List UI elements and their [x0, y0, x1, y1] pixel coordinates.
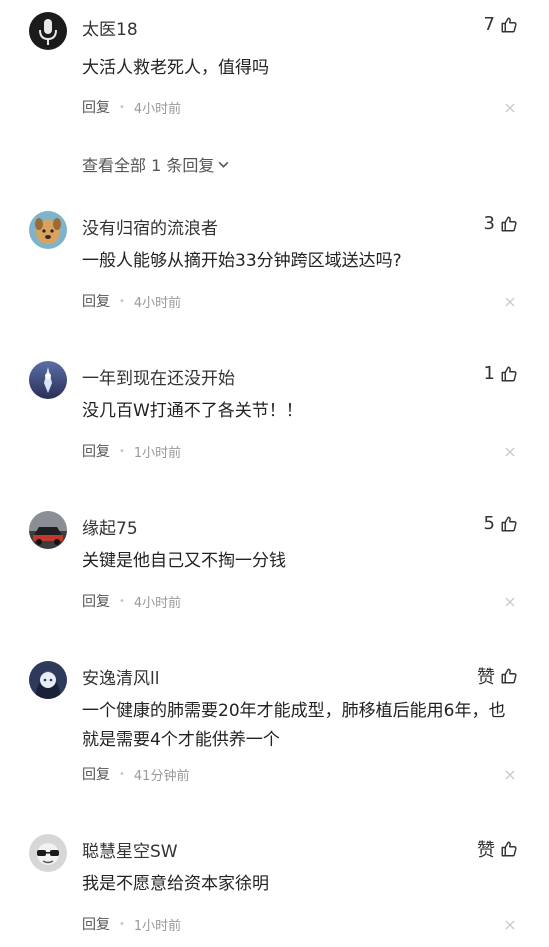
reply-button[interactable]: 回复 — [82, 591, 110, 611]
timestamp: 4小时前 — [133, 595, 182, 611]
comment-text: 大活人救老死人，值得吗 — [82, 58, 269, 78]
reply-button[interactable]: 回复 — [82, 764, 110, 784]
close-icon[interactable] — [505, 297, 515, 307]
username[interactable]: 安逸清风ll — [82, 664, 159, 689]
separator-dot: • — [119, 295, 125, 307]
username[interactable]: 聪慧星空SW — [82, 837, 178, 862]
separator-dot: • — [119, 595, 125, 607]
like-count: 3 — [483, 213, 495, 234]
comment-meta: 回复 • 1小时前 — [82, 441, 181, 461]
comment-text: 关键是他自己又不掏一分钱 — [82, 551, 286, 571]
comment-meta: 回复 • 4小时前 — [82, 97, 181, 117]
comment-text: 一般人能够从摘开始33分钟跨区域送达吗? — [82, 251, 402, 271]
close-icon[interactable] — [505, 103, 515, 113]
close-icon[interactable] — [505, 920, 515, 930]
comment-meta: 回复 • 4小时前 — [82, 591, 181, 611]
like-button[interactable]: 1 — [484, 363, 518, 384]
like-count: 7 — [483, 14, 495, 35]
dog-avatar-icon — [29, 211, 67, 249]
separator-dot: • — [119, 101, 125, 113]
thumbs-up-icon — [501, 366, 517, 381]
username[interactable]: 一年到现在还没开始 — [82, 364, 235, 389]
avatar[interactable] — [29, 211, 67, 249]
avatar[interactable] — [29, 661, 67, 699]
close-icon[interactable] — [505, 447, 515, 457]
avatar[interactable] — [29, 12, 67, 50]
thumbs-up-icon — [501, 668, 517, 684]
like-count: 赞 — [477, 840, 495, 861]
reply-button[interactable]: 回复 — [82, 441, 110, 461]
timestamp: 1小时前 — [133, 445, 182, 461]
timestamp: 1小时前 — [133, 918, 182, 934]
thumbs-up-icon — [501, 841, 517, 857]
separator-dot: • — [119, 768, 125, 780]
timestamp: 4小时前 — [133, 101, 182, 117]
chevron-down-icon — [218, 161, 229, 168]
username[interactable]: 没有归宿的流浪者 — [82, 214, 218, 239]
like-button[interactable]: 5 — [484, 513, 518, 534]
like-count: 赞 — [477, 667, 495, 688]
avatar[interactable] — [29, 511, 67, 549]
thumbs-up-icon — [501, 17, 517, 32]
microphone-avatar-icon — [29, 12, 67, 50]
separator-dot: • — [119, 445, 125, 457]
view-all-replies-button[interactable]: 查看全部 1 条回复 — [82, 152, 230, 176]
thumbs-up-icon — [501, 216, 517, 231]
timestamp: 4小时前 — [133, 295, 182, 311]
reply-button[interactable]: 回复 — [82, 97, 110, 117]
like-button[interactable]: 赞 — [477, 836, 518, 862]
car-avatar-icon — [29, 511, 67, 549]
like-count: 1 — [483, 363, 495, 384]
close-icon[interactable] — [505, 597, 515, 607]
reply-button[interactable]: 回复 — [82, 291, 110, 311]
close-icon[interactable] — [505, 770, 515, 780]
comment-text: 没几百W打通不了各关节！！ — [82, 401, 303, 421]
avatar[interactable] — [29, 361, 67, 399]
like-button[interactable]: 3 — [484, 213, 518, 234]
like-button[interactable]: 赞 — [477, 663, 518, 689]
username[interactable]: 缘起75 — [82, 514, 138, 539]
comment-meta: 回复 • 1小时前 — [82, 914, 181, 934]
anime-avatar-icon — [29, 661, 67, 699]
separator-dot: • — [119, 918, 125, 930]
glasses-avatar-icon — [29, 834, 67, 872]
avatar[interactable] — [29, 834, 67, 872]
like-count: 5 — [483, 513, 495, 534]
tower-avatar-icon — [29, 361, 67, 399]
comment-meta: 回复 • 4小时前 — [82, 291, 181, 311]
username[interactable]: 太医18 — [82, 15, 138, 40]
thumbs-up-icon — [501, 516, 517, 531]
view-all-replies-label: 查看全部 1 条回复 — [82, 156, 215, 175]
reply-button[interactable]: 回复 — [82, 914, 110, 934]
comment-meta: 回复 • 41分钟前 — [82, 764, 189, 784]
like-button[interactable]: 7 — [484, 14, 518, 35]
comment-text: 我是不愿意给资本家徐明 — [82, 874, 269, 894]
comment-text: 一个健康的肺需要20年才能成型，肺移植后能用6年，也就是需要4个才能供养一个 — [82, 701, 506, 750]
timestamp: 41分钟前 — [133, 768, 190, 784]
